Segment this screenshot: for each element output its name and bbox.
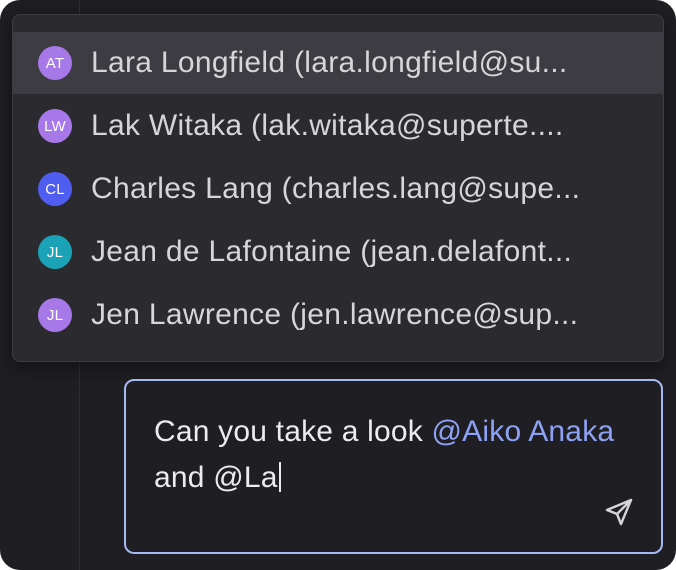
avatar: LW: [38, 109, 72, 143]
avatar: JL: [38, 298, 72, 332]
mention-option-lak-witaka[interactable]: LW Lak Witaka (lak.witaka@superte....: [13, 95, 663, 157]
mention-option-label: Jean de Lafontaine (jean.delafont...: [91, 235, 573, 268]
comment-text-after: and @La: [154, 461, 278, 494]
mention-option-jen-lawrence[interactable]: JL Jen Lawrence (jen.lawrence@sup...: [13, 284, 663, 346]
comment-composer[interactable]: Can you take a look @Aiko Anaka and @La: [124, 379, 663, 554]
text-caret: [278, 462, 281, 492]
mention-option-jean-de-lafontaine[interactable]: JL Jean de Lafontaine (jean.delafont...: [13, 221, 663, 283]
send-icon: [605, 498, 633, 526]
mention-option-lara-longfield[interactable]: AT Lara Longfield (lara.longfield@su...: [13, 32, 663, 94]
mention-suggestions-dropdown: AT Lara Longfield (lara.longfield@su... …: [12, 14, 664, 362]
avatar: CL: [38, 172, 72, 206]
avatar: AT: [38, 46, 72, 80]
app-frame: AT Lara Longfield (lara.longfield@su... …: [0, 0, 676, 570]
avatar: JL: [38, 235, 72, 269]
comment-text-before: Can you take a look: [154, 415, 432, 448]
mention-option-label: Jen Lawrence (jen.lawrence@sup...: [91, 298, 579, 331]
mention-option-label: Lak Witaka (lak.witaka@superte....: [91, 109, 564, 142]
mention-tag: @Aiko Anaka: [431, 415, 615, 448]
comment-input[interactable]: Can you take a look @Aiko Anaka and @La: [154, 409, 624, 501]
mention-option-label: Charles Lang (charles.lang@supe...: [91, 172, 581, 205]
mention-option-label: Lara Longfield (lara.longfield@su...: [91, 46, 568, 79]
mention-option-charles-lang[interactable]: CL Charles Lang (charles.lang@supe...: [13, 158, 663, 220]
send-button[interactable]: [601, 494, 637, 530]
